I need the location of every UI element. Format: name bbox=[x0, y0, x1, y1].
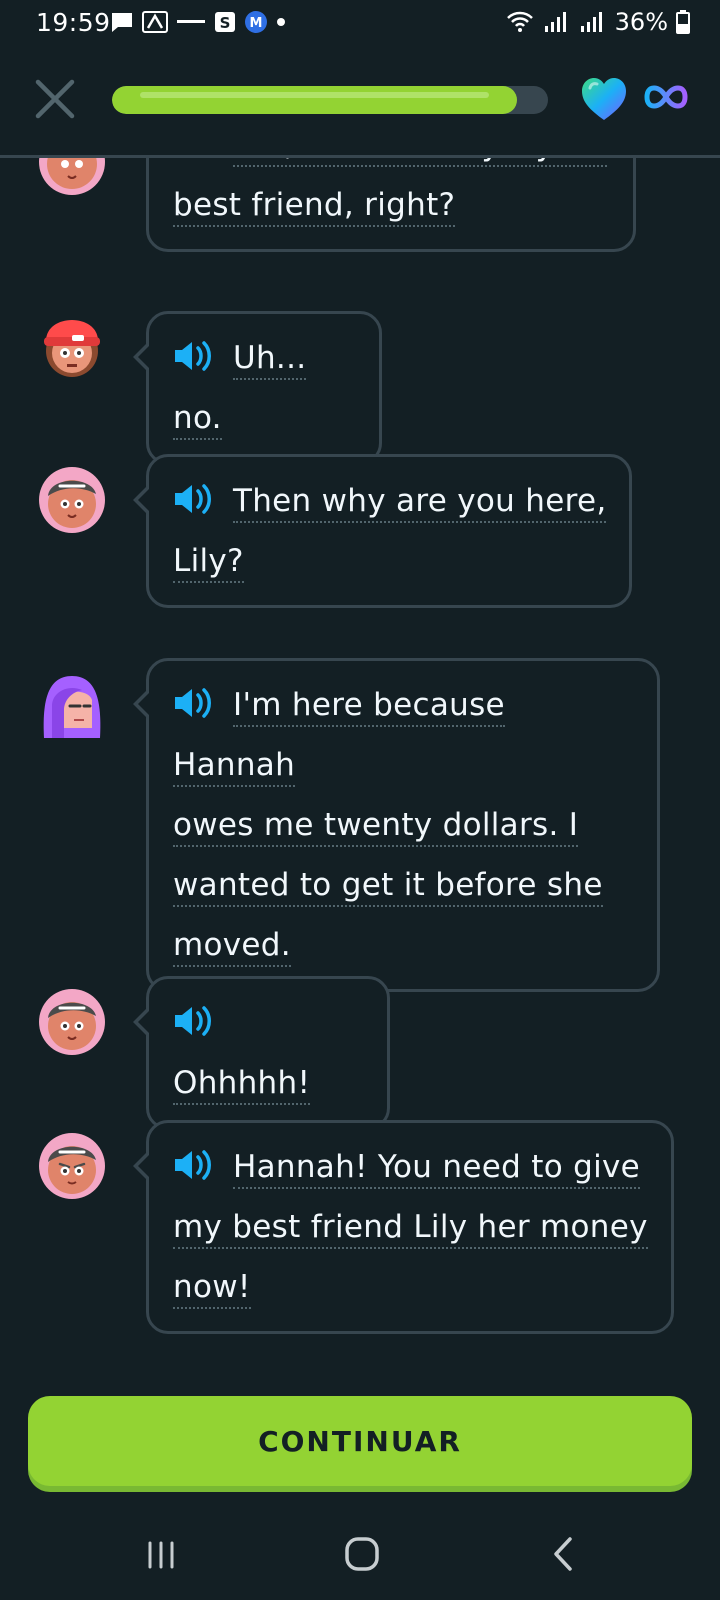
conversation: Yes, because Lily's your best friend, ri… bbox=[0, 158, 720, 1370]
heart-icon[interactable] bbox=[580, 76, 628, 122]
recent-apps-icon[interactable] bbox=[146, 1540, 176, 1570]
message-icon bbox=[112, 13, 132, 32]
message-line[interactable]: owes me twenty dollars. I bbox=[173, 807, 579, 847]
battery-percent: 36% bbox=[614, 8, 668, 36]
signal-icon bbox=[544, 12, 566, 32]
speaker-icon[interactable] bbox=[173, 339, 215, 373]
wifi-icon bbox=[506, 11, 533, 32]
back-icon[interactable] bbox=[548, 1536, 578, 1572]
system-nav-bar bbox=[0, 1510, 720, 1600]
speaker-icon[interactable] bbox=[173, 1004, 215, 1038]
news-icon bbox=[177, 20, 205, 23]
message-line[interactable]: Then why are you here, bbox=[233, 483, 607, 523]
message-bubble: Ohhhhh! bbox=[133, 976, 390, 1130]
avatar-zari bbox=[39, 1133, 105, 1199]
message-bubble: Yes, because Lily's your best friend, ri… bbox=[133, 158, 636, 252]
s-icon: S bbox=[215, 12, 235, 32]
avatar-oscar bbox=[44, 320, 100, 377]
lesson-progress-bar bbox=[112, 86, 548, 114]
speaker-icon[interactable] bbox=[173, 686, 215, 720]
message-bubble: Uh... no. bbox=[133, 311, 382, 465]
svg-text:M: M bbox=[250, 16, 263, 31]
message-bubble: Then why are you here, Lily? bbox=[133, 454, 632, 608]
message-line[interactable]: Ohhhhh! bbox=[173, 1065, 311, 1105]
home-icon[interactable] bbox=[344, 1536, 380, 1572]
lesson-progress-fill bbox=[112, 86, 518, 114]
speaker-icon[interactable] bbox=[173, 1148, 215, 1182]
avatar-lily bbox=[43, 676, 101, 738]
speaker-icon[interactable] bbox=[173, 158, 215, 160]
message-line[interactable]: now! bbox=[173, 1269, 251, 1309]
message-line[interactable]: best friend, right? bbox=[173, 187, 456, 227]
continue-button[interactable]: CONTINUAR bbox=[28, 1396, 692, 1486]
status-bar: 19:59 S M 36% bbox=[0, 0, 720, 46]
status-time: 19:59 bbox=[36, 8, 111, 37]
message-line[interactable]: I'm here because Hannah bbox=[173, 687, 505, 787]
message-bubble: Hannah! You need to give my best friend … bbox=[133, 1120, 674, 1334]
message-bubble: I'm here because Hannah owes me twenty d… bbox=[133, 658, 660, 992]
message-line[interactable]: Yes, because Lily's your bbox=[233, 158, 607, 167]
m-icon: M bbox=[245, 11, 267, 33]
message-line[interactable]: moved. bbox=[173, 927, 291, 967]
message-line[interactable]: wanted to get it before she bbox=[173, 867, 603, 907]
message-line[interactable]: Lily? bbox=[173, 543, 244, 583]
avatar-zari bbox=[39, 467, 105, 533]
battery-icon bbox=[676, 10, 690, 34]
avatar-zari bbox=[39, 158, 105, 195]
message-line[interactable]: my best friend Lily her money bbox=[173, 1209, 648, 1249]
dot-icon bbox=[277, 18, 285, 26]
close-icon[interactable] bbox=[34, 78, 76, 120]
svg-text:S: S bbox=[220, 14, 231, 32]
status-right: 36% bbox=[505, 8, 690, 36]
signal-icon-2 bbox=[580, 12, 602, 32]
infinity-icon bbox=[644, 85, 688, 109]
message-line[interactable]: Hannah! You need to give bbox=[233, 1149, 641, 1189]
notification-icons: S M bbox=[110, 10, 286, 34]
avatar-zari bbox=[39, 989, 105, 1055]
a-icon bbox=[142, 11, 168, 33]
lesson-header bbox=[0, 46, 720, 158]
speaker-icon[interactable] bbox=[173, 482, 215, 516]
